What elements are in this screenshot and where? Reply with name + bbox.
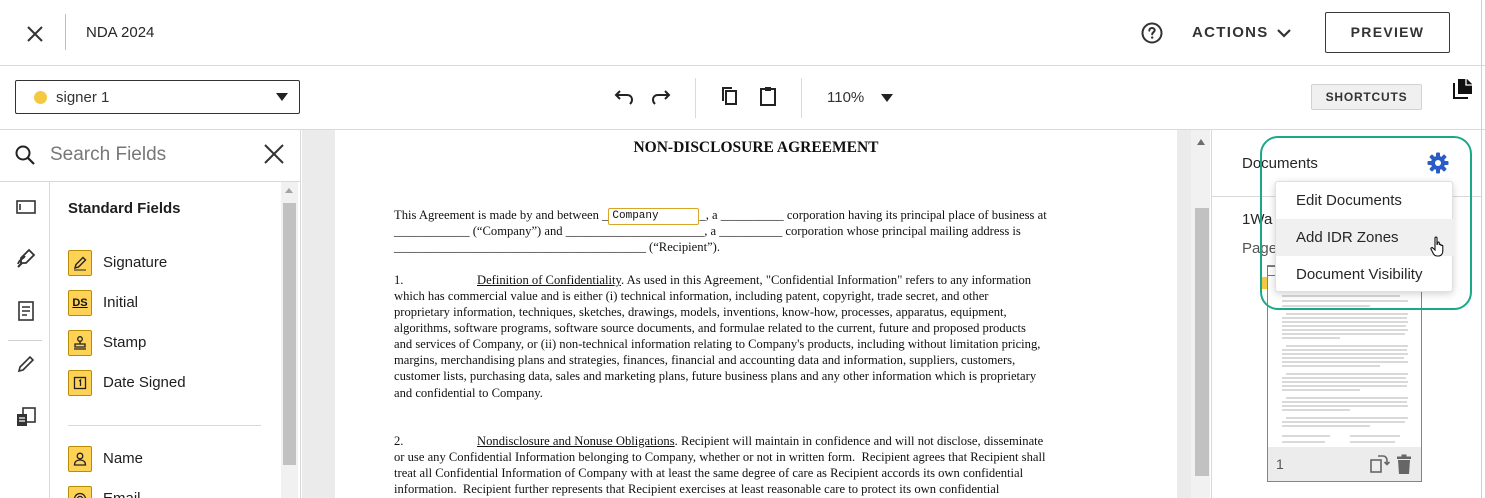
person-icon: [68, 446, 92, 472]
tool-rail: [0, 182, 50, 498]
close-icon[interactable]: [22, 21, 48, 47]
section-2-heading: 2. Nondisclosure and Nonuse Obligations. …: [394, 433, 1106, 449]
field-date-signed[interactable]: Date Signed: [68, 370, 268, 396]
at-icon: [68, 486, 92, 498]
toolbar-divider: [695, 78, 696, 118]
documents-title: Documents: [1242, 155, 1318, 172]
search-fields-input[interactable]: [50, 141, 250, 169]
field-email[interactable]: Email: [68, 486, 268, 498]
top-header: NDA 2024 ACTIONS PREVIEW: [0, 0, 1485, 66]
section-number: 1.: [394, 273, 404, 287]
page-thumbnail-text: [1282, 295, 1408, 443]
copy-icon[interactable]: [719, 85, 741, 107]
intro-text: ____________ (“Company”) and ___________…: [394, 224, 1021, 238]
zoom-select[interactable]: 110%: [827, 89, 864, 106]
chevron-down-icon[interactable]: [1276, 26, 1292, 40]
calendar-icon: [68, 370, 92, 396]
window-edge: [1481, 0, 1482, 498]
document-name: 1Wa: [1242, 211, 1273, 228]
page-number: 1: [1276, 456, 1284, 472]
field-label: Date Signed: [103, 374, 186, 391]
ds-icon: DS: [68, 290, 92, 316]
section-1-body: which has commercial value and is either…: [394, 289, 1041, 400]
document-page[interactable]: NON-DISCLOSURE AGREEMENT This Agreement …: [335, 130, 1177, 498]
field-label: Signature: [103, 254, 168, 271]
field-stamp[interactable]: Stamp: [68, 330, 268, 356]
search-icon: [15, 145, 35, 165]
field-initial[interactable]: DS Initial: [68, 290, 268, 316]
documents-options-menu: Edit Documents Add IDR Zones Document Vi…: [1275, 181, 1454, 293]
document-scrollbar-thumb[interactable]: [1195, 208, 1209, 476]
paste-icon[interactable]: [757, 85, 779, 107]
menu-item-add-idr-zones[interactable]: Add IDR Zones: [1276, 219, 1454, 256]
section-text: . As used in this Agreement, "Confidenti…: [621, 273, 1032, 287]
envelope-title: NDA 2024: [86, 24, 155, 41]
document-canvas: NON-DISCLOSURE AGREEMENT This Agreement …: [302, 130, 1210, 498]
field-label: Initial: [103, 294, 139, 311]
field-name[interactable]: Name: [68, 446, 268, 472]
search-fields-bar: [0, 130, 300, 182]
gear-icon[interactable]: [1426, 151, 1450, 175]
standard-fields-icon[interactable]: [14, 195, 38, 219]
actions-menu-button[interactable]: ACTIONS: [1192, 24, 1269, 41]
menu-item-document-visibility[interactable]: Document Visibility: [1276, 256, 1454, 293]
caret-down-icon[interactable]: [881, 94, 893, 102]
editor-toolbar: signer 1 110% SHORTCUTS: [0, 66, 1485, 130]
section-title: Definition of Confidentiality: [477, 273, 621, 287]
pen-icon: [68, 250, 92, 276]
templates-icon[interactable]: [14, 405, 38, 429]
document-heading: NON-DISCLOSURE AGREEMENT: [633, 139, 879, 156]
scroll-up-arrow[interactable]: [1197, 139, 1205, 145]
toolbar-divider: [801, 78, 802, 118]
signer-color-dot: [34, 91, 47, 104]
signer-select[interactable]: signer 1: [15, 80, 300, 114]
section-divider: [68, 425, 261, 426]
undo-icon[interactable]: [613, 85, 635, 107]
close-icon[interactable]: [262, 142, 286, 166]
document-scrollbar[interactable]: [1191, 130, 1210, 498]
document-icon[interactable]: [14, 299, 38, 323]
section-number: 2.: [394, 434, 404, 448]
fields-scrollbar-thumb[interactable]: [283, 203, 296, 465]
menu-item-edit-documents[interactable]: Edit Documents: [1276, 182, 1454, 219]
intro-text: ________________________________________…: [394, 240, 720, 254]
edit-icon[interactable]: [14, 352, 38, 376]
trash-icon[interactable]: [1393, 453, 1415, 475]
section-title: Standard Fields: [68, 200, 181, 217]
caret-down-icon: [276, 93, 288, 101]
signer-name: signer 1: [56, 89, 110, 106]
field-label: Stamp: [103, 334, 147, 351]
scroll-up-arrow[interactable]: [285, 188, 293, 193]
header-divider: [65, 14, 66, 50]
intro-text: _, a __________ corporation having its p…: [699, 208, 1047, 222]
field-label: Email: [103, 490, 141, 498]
preview-button[interactable]: PREVIEW: [1325, 12, 1450, 53]
help-icon[interactable]: [1140, 21, 1164, 45]
section-text: . Recipient will maintain in confidence …: [674, 434, 1044, 448]
copy-documents-icon[interactable]: [1451, 76, 1475, 100]
section-title: Nondisclosure and Nonuse Obligations: [477, 434, 675, 448]
section-1-heading: 1. Definition of Confidentiality. As used…: [394, 272, 1106, 288]
rail-divider: [8, 340, 42, 341]
page-thumbnail[interactable]: 1: [1267, 265, 1422, 482]
thumbnail-footer: 1: [1268, 447, 1421, 481]
fields-list: Standard Fields Signature DS Initial Sta…: [50, 182, 280, 498]
redo-icon[interactable]: [650, 85, 672, 107]
field-label: Name: [103, 450, 144, 467]
field-signature[interactable]: Signature: [68, 250, 268, 276]
stamp-icon: [68, 330, 92, 356]
rotate-page-icon[interactable]: [1368, 453, 1390, 475]
section-2-body: or use any Confidential Information belo…: [394, 450, 1046, 497]
pages-label: Page: [1242, 240, 1278, 257]
intro-text: This Agreement is made by and between _: [394, 208, 609, 222]
shortcuts-button[interactable]: SHORTCUTS: [1311, 84, 1422, 110]
custom-fields-icon[interactable]: [14, 246, 38, 270]
